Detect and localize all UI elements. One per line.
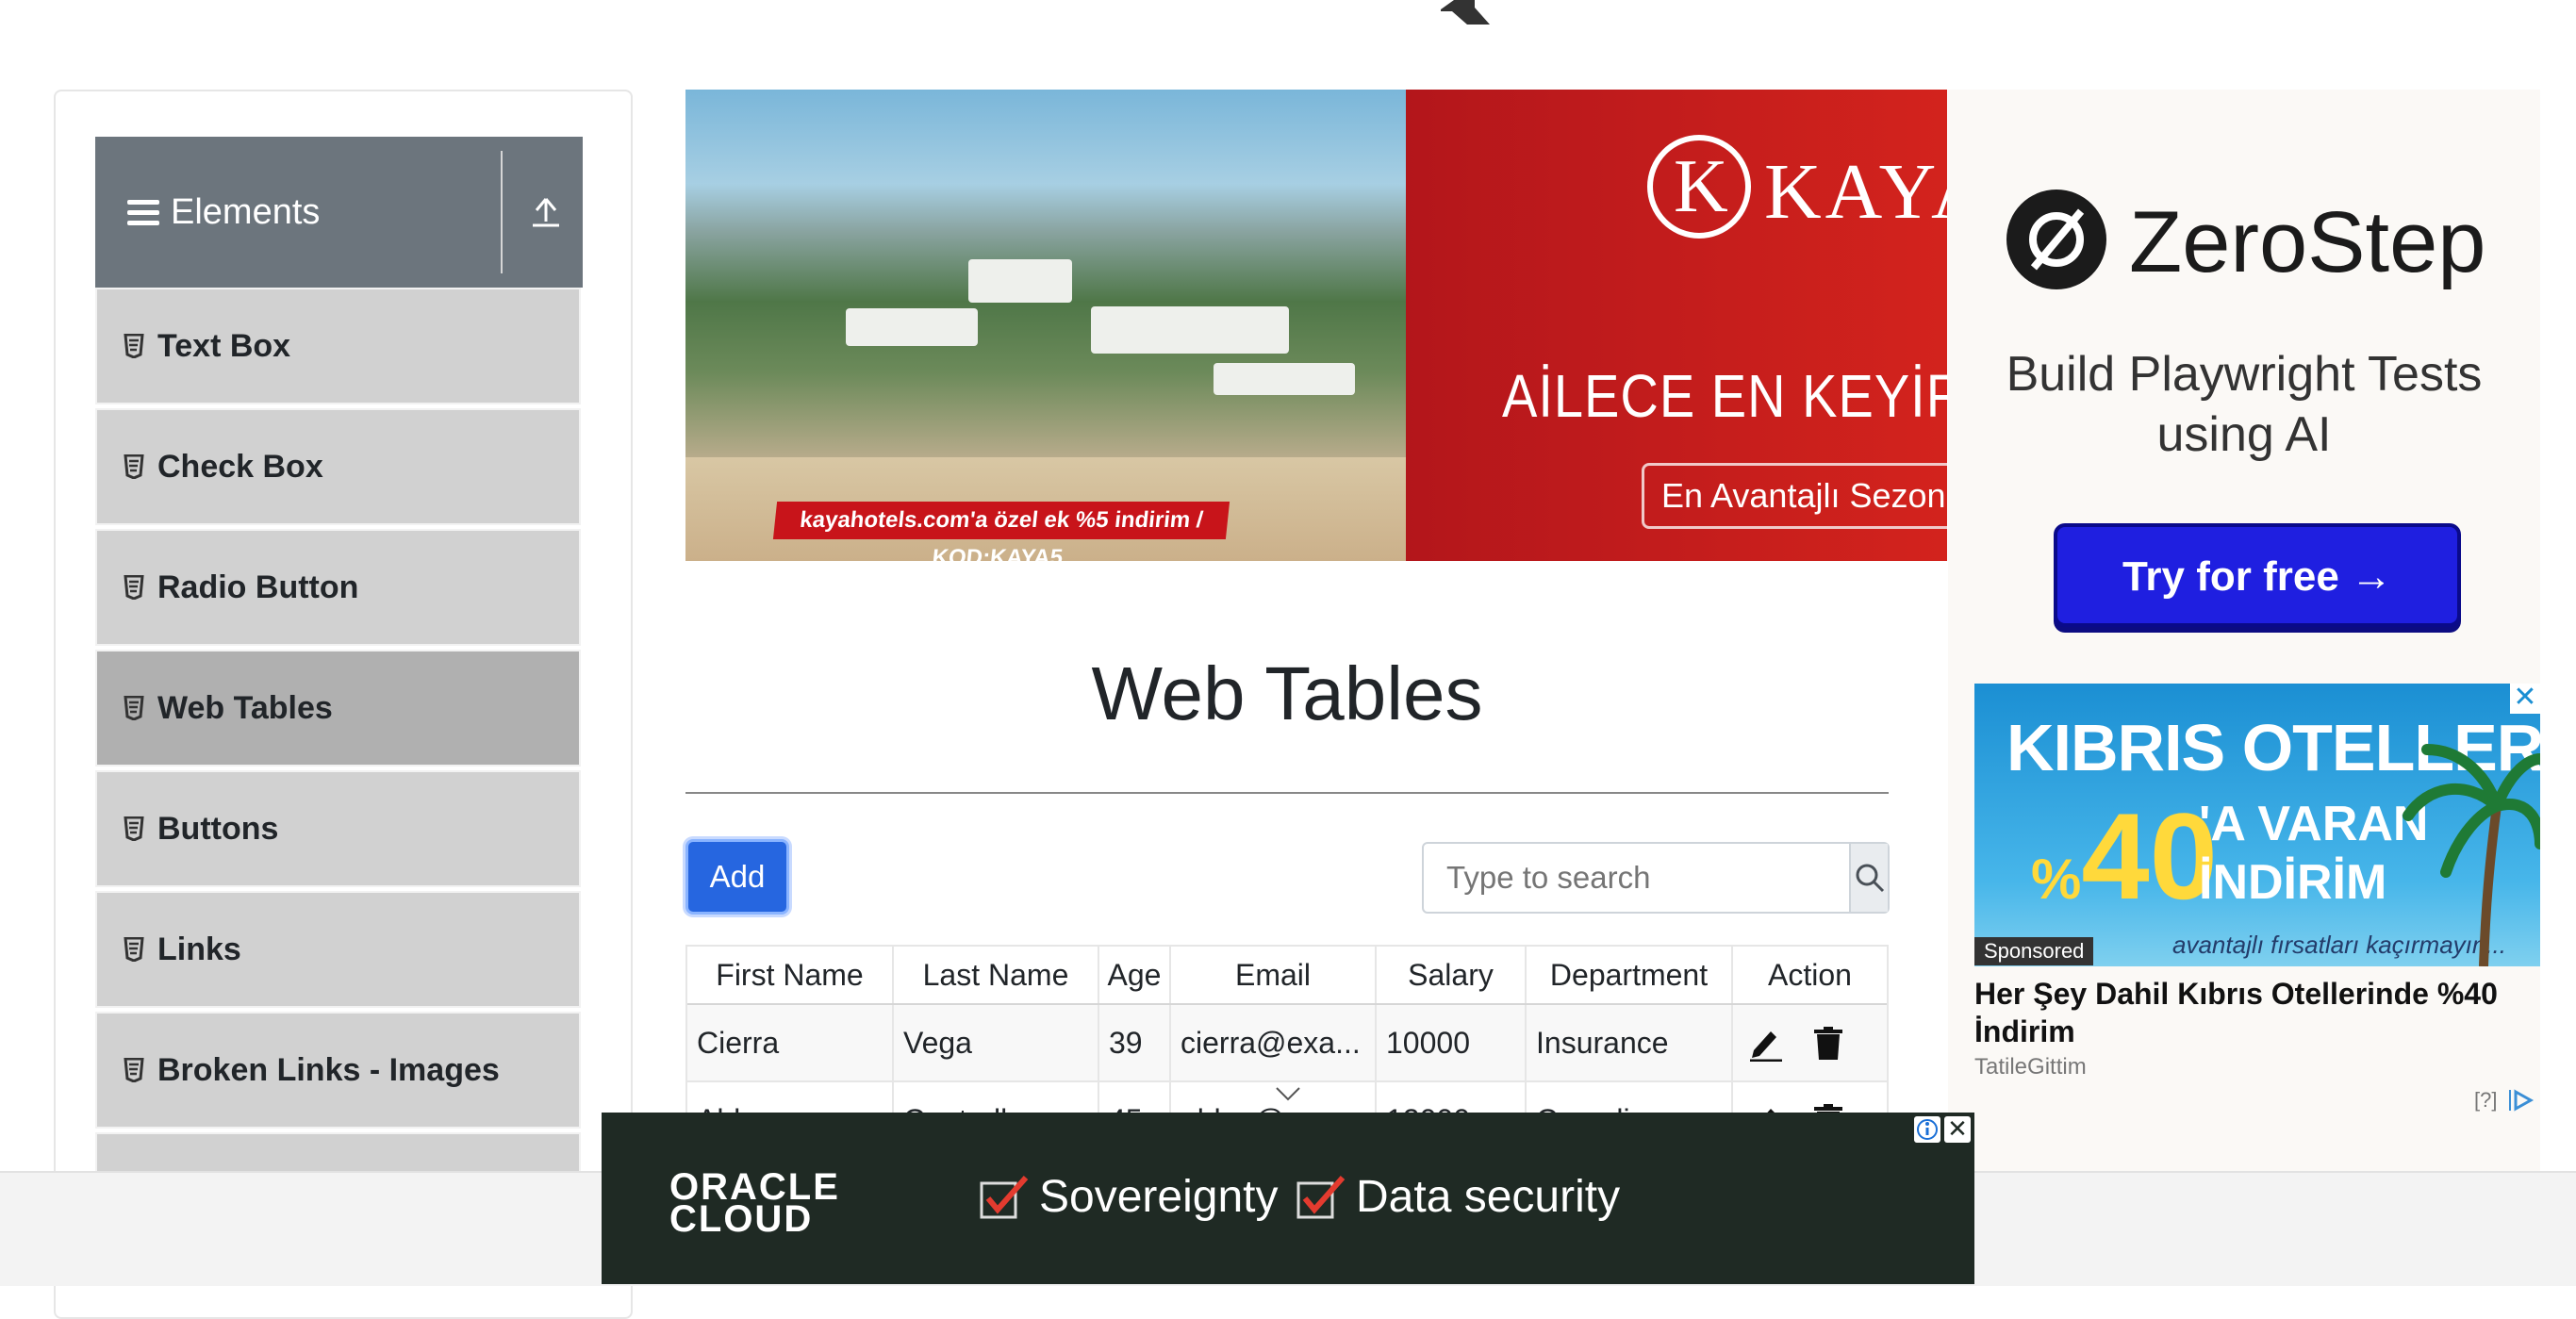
collapse-upload-icon[interactable] xyxy=(527,193,565,231)
html5-icon xyxy=(124,816,144,841)
palm-tree-icon xyxy=(2403,744,2540,966)
edit-pencil-icon[interactable] xyxy=(1748,1024,1784,1062)
sidebar-item-broken-links[interactable]: Broken Links - Images xyxy=(95,1012,581,1129)
checkbox-checked-icon xyxy=(980,1175,1029,1218)
kibris-percent: %40 xyxy=(2031,787,2218,925)
column-header[interactable]: Last Name xyxy=(894,947,1099,1003)
hotel-banner-ad[interactable]: kayahotels.com'a özel ek %5 indirim / KO… xyxy=(685,90,1947,561)
ad-info-icon[interactable] xyxy=(1914,1116,1940,1143)
delete-trash-icon[interactable] xyxy=(1812,1024,1844,1062)
checkbox-checked-icon xyxy=(1296,1175,1346,1218)
sidebar-item-web-tables[interactable]: Web Tables xyxy=(95,650,581,767)
sidebar-item-label: Web Tables xyxy=(157,689,333,726)
adchoices-icon[interactable] xyxy=(2506,1086,2535,1114)
sponsored-source: TatileGittim xyxy=(1974,1054,2087,1080)
promo-strip: kayahotels.com'a özel ek %5 indirim / KO… xyxy=(772,502,1230,561)
table-cell: Cierra xyxy=(687,1005,894,1080)
action-cell xyxy=(1733,1005,1887,1080)
page-title: Web Tables xyxy=(1091,651,1483,735)
banner-cta[interactable]: En Avantajlı Sezon F xyxy=(1642,463,1947,529)
zerostep-logo-icon xyxy=(2006,190,2106,289)
resort-photo: kayahotels.com'a özel ek %5 indirim / KO… xyxy=(685,90,1406,561)
table-header-row: First Name Last Name Age Email Salary De… xyxy=(687,947,1887,1005)
table-cell: 10000 xyxy=(1377,1005,1527,1080)
kaya-logo-icon: K xyxy=(1647,135,1751,239)
sidebar-item-label: Check Box xyxy=(157,448,323,485)
oracle-feature-sovereignty: Sovereignty xyxy=(979,1171,1278,1223)
ad-close-icon[interactable]: ✕ xyxy=(2510,684,2540,714)
kibris-percent-value: 40 xyxy=(2081,787,2218,925)
table-cell: Vega xyxy=(894,1005,1099,1080)
group-title: Elements xyxy=(171,191,321,232)
table-cell: 39 xyxy=(1099,1005,1171,1080)
hamburger-icon xyxy=(127,194,159,231)
html5-icon xyxy=(124,334,144,358)
oracle-logo-line2: CLOUD xyxy=(669,1198,814,1240)
oracle-feature-data-security: Data security xyxy=(1296,1171,1620,1223)
oracle-feature-label: Data security xyxy=(1356,1172,1621,1222)
zerostep-tagline: Build Playwright Tests using AI xyxy=(2006,347,2483,462)
search-icon xyxy=(1856,864,1884,893)
sidebar-item-links[interactable]: Links xyxy=(95,891,581,1008)
kibris-ad-image[interactable]: KIBRIS OTELLERİNDE %40 'A VARAN İNDİRİM … xyxy=(1974,684,2540,966)
try-for-free-button[interactable]: Try for free → xyxy=(2054,523,2461,627)
oracle-feature-label: Sovereignty xyxy=(1039,1172,1279,1222)
oracle-cloud-ad[interactable]: ORACLE CLOUD Sovereignty Data security xyxy=(602,1113,1974,1284)
sidebar-item-label: Radio Button xyxy=(157,569,359,605)
sidebar-item-label: Links xyxy=(157,931,241,967)
header-divider xyxy=(501,151,503,273)
html5-icon xyxy=(124,575,144,600)
banner-brand-panel: K KAYA AİLECE EN KEYİFLİ YA En Avantajlı… xyxy=(1406,90,1947,561)
sidebar-item-text-box[interactable]: Text Box xyxy=(95,288,581,404)
sidebar-item-buttons[interactable]: Buttons xyxy=(95,770,581,887)
search-input[interactable] xyxy=(1424,844,1849,912)
column-header[interactable]: Email xyxy=(1171,947,1377,1003)
html5-icon xyxy=(124,454,144,479)
sponsored-badge: Sponsored xyxy=(1974,937,2094,965)
html5-icon xyxy=(124,696,144,720)
column-header[interactable]: Salary xyxy=(1377,947,1527,1003)
add-record-button[interactable]: Add xyxy=(685,839,789,915)
sidebar-item-radio-button[interactable]: Radio Button xyxy=(95,529,581,646)
column-header[interactable]: Action xyxy=(1733,947,1887,1003)
column-header[interactable]: Age xyxy=(1099,947,1171,1003)
banner-brand: KAYA xyxy=(1764,148,1947,236)
table-cell: cierra@exa... xyxy=(1171,1005,1377,1080)
chevron-down-icon[interactable] xyxy=(1275,1084,1301,1103)
banner-slogan: AİLECE EN KEYİFLİ YA xyxy=(1502,361,1947,430)
ad-close-icon[interactable]: ✕ xyxy=(1944,1116,1971,1143)
search-button[interactable] xyxy=(1849,844,1888,912)
oracle-cloud-logo: ORACLE CLOUD xyxy=(669,1168,840,1240)
table-cell: Insurance xyxy=(1527,1005,1733,1080)
html5-icon xyxy=(124,1058,144,1082)
sidebar-item-label: Buttons xyxy=(157,810,279,847)
title-divider xyxy=(685,792,1889,794)
search-box xyxy=(1422,842,1890,914)
column-header[interactable]: Department xyxy=(1527,947,1733,1003)
zerostep-brand: ZeroStep xyxy=(2129,194,2486,290)
column-header[interactable]: First Name xyxy=(687,947,894,1003)
sidebar-item-label: Broken Links - Images xyxy=(157,1051,500,1088)
sidebar-item-label: Text Box xyxy=(157,327,291,364)
sponsored-headline[interactable]: Her Şey Dahil Kıbrıs Otellerinde %40 İnd… xyxy=(1974,975,2540,1050)
sidebar-item-check-box[interactable]: Check Box xyxy=(95,408,581,525)
site-logo-fragment xyxy=(1426,0,1490,25)
html5-icon xyxy=(124,937,144,962)
elements-group-header[interactable]: Elements xyxy=(95,137,583,288)
table-row: Cierra Vega 39 cierra@exa... 10000 Insur… xyxy=(687,1005,1887,1082)
ad-help-link[interactable]: [?] xyxy=(2474,1088,2497,1113)
